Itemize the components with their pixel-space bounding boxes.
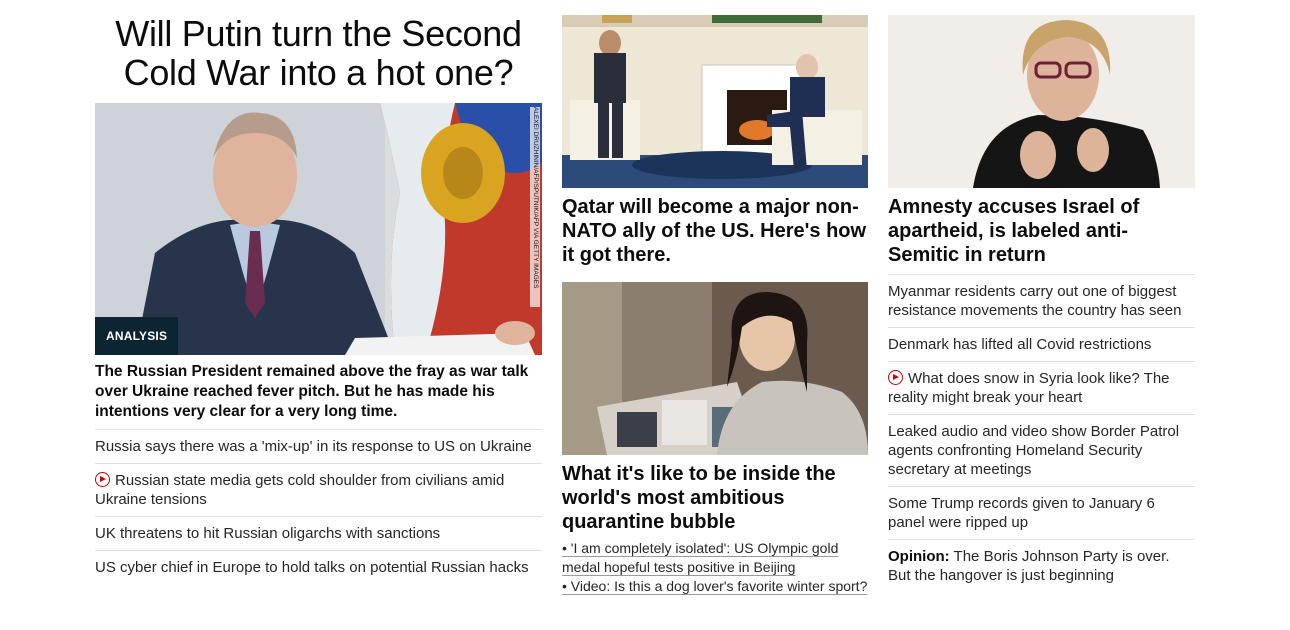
photo-credit: ALEXEI DRUZHININ/AFP/SPUTNIK/AFP VIA GET… <box>530 107 540 307</box>
link-text[interactable]: Leaked audio and video show Border Patro… <box>888 423 1179 478</box>
link-text[interactable]: What does snow in Syria look like? The r… <box>888 370 1170 406</box>
quarantine-sub-links: • 'I am completely isolated': US Olympic… <box>562 539 868 596</box>
list-item[interactable]: Denmark has lifted all Covid restriction… <box>888 327 1195 361</box>
list-item[interactable]: Leaked audio and video show Border Patro… <box>888 414 1195 486</box>
link-text[interactable]: Denmark has lifted all Covid restriction… <box>888 336 1151 353</box>
list-item[interactable]: US cyber chief in Europe to hold talks o… <box>95 550 542 584</box>
amnesty-headline[interactable]: Amnesty accuses Israel of apartheid, is … <box>888 195 1195 267</box>
amnesty-image[interactable] <box>888 15 1195 188</box>
qatar-headline[interactable]: Qatar will become a major non-NATO ally … <box>562 195 868 267</box>
list-item[interactable]: Russian state media gets cold shoulder f… <box>95 463 542 516</box>
link-text[interactable]: Russia says there was a 'mix-up' in its … <box>95 438 532 455</box>
link-text[interactable]: US cyber chief in Europe to hold talks o… <box>95 559 529 576</box>
list-item[interactable]: Some Trump records given to January 6 pa… <box>888 486 1195 539</box>
list-item[interactable]: UK threatens to hit Russian oligarchs wi… <box>95 516 542 550</box>
link-text[interactable]: UK threatens to hit Russian oligarchs wi… <box>95 525 440 542</box>
sub-link[interactable]: • 'I am completely isolated': US Olympic… <box>562 539 868 577</box>
right-related-links: Myanmar residents carry out one of bigge… <box>888 274 1195 592</box>
link-text[interactable]: Some Trump records given to January 6 pa… <box>888 495 1155 531</box>
amnesty-speaker-photo <box>888 15 1195 188</box>
video-play-icon <box>95 472 110 487</box>
link-text[interactable]: Russian state media gets cold shoulder f… <box>95 472 504 508</box>
lead-description[interactable]: The Russian President remained above the… <box>95 362 542 422</box>
list-item[interactable]: Opinion: The Boris Johnson Party is over… <box>888 539 1195 592</box>
lead-image[interactable]: ALEXEI DRUZHININ/AFP/SPUTNIK/AFP VIA GET… <box>95 103 542 355</box>
link-text[interactable]: Myanmar residents carry out one of bigge… <box>888 283 1181 319</box>
analysis-badge: ANALYSIS <box>95 317 179 355</box>
sub-link[interactable]: • Video: Is this a dog lover's favorite … <box>562 577 868 596</box>
lead-headline[interactable]: Will Putin turn the Second Cold War into… <box>95 14 542 92</box>
quarantine-selfie-photo <box>562 282 868 455</box>
quarantine-headline[interactable]: What it's like to be inside the world's … <box>562 462 868 534</box>
list-item[interactable]: Myanmar residents carry out one of bigge… <box>888 274 1195 327</box>
list-item[interactable]: Russia says there was a 'mix-up' in its … <box>95 429 542 463</box>
oval-office-photo <box>562 15 868 188</box>
opinion-label: Opinion: <box>888 548 950 565</box>
list-item[interactable]: What does snow in Syria look like? The r… <box>888 361 1195 414</box>
lead-related-links: Russia says there was a 'mix-up' in its … <box>95 429 542 584</box>
quarantine-image[interactable] <box>562 282 868 455</box>
qatar-image[interactable] <box>562 15 868 188</box>
video-play-icon <box>888 370 903 385</box>
